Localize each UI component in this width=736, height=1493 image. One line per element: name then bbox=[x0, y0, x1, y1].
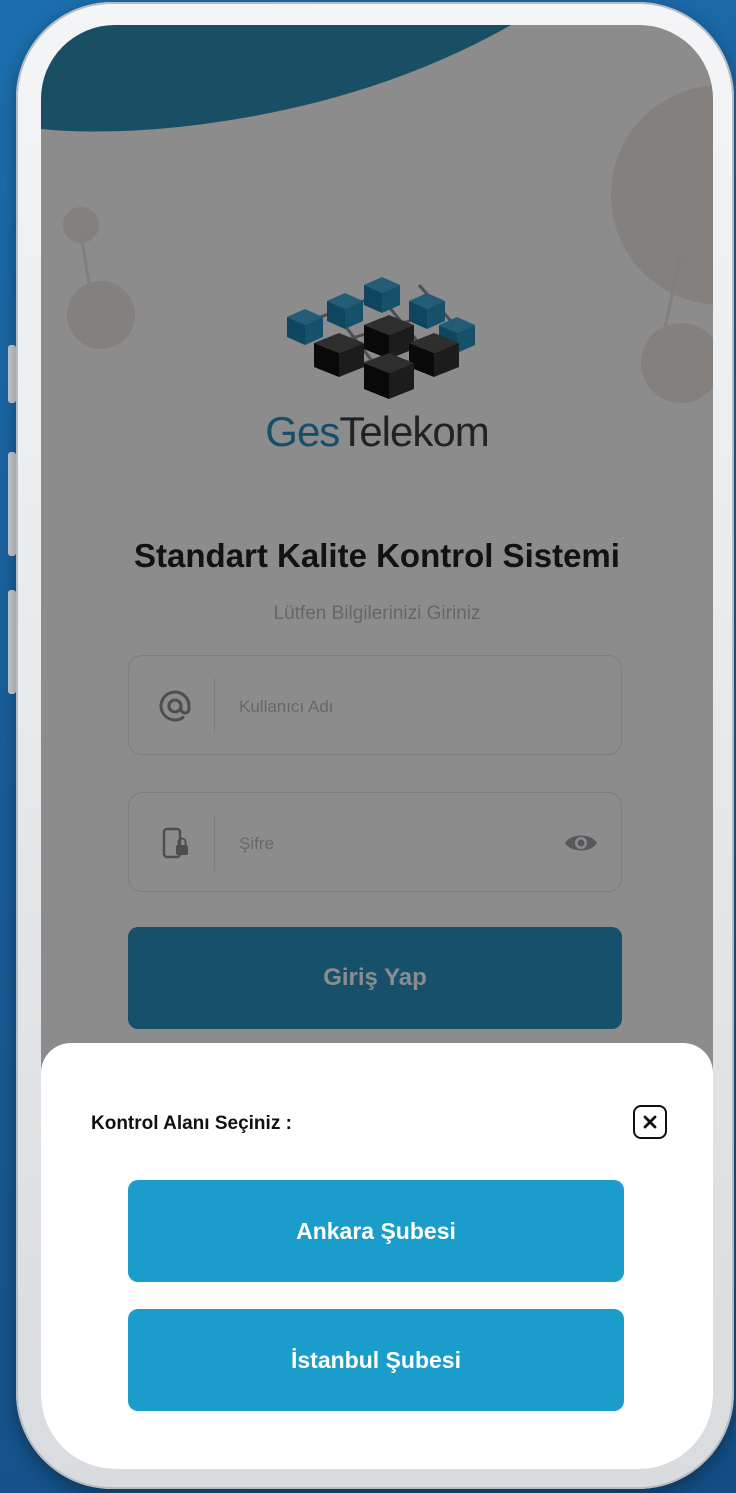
ankara-branch-button[interactable]: Ankara Şubesi bbox=[128, 1180, 624, 1282]
phone-frame: GesTelekom Standart Kalite Kontrol Siste… bbox=[16, 2, 734, 1489]
power-hardware-button bbox=[8, 590, 16, 694]
close-icon bbox=[643, 1115, 657, 1129]
volume-down-hardware-button bbox=[8, 452, 16, 556]
branch-selection-sheet: Kontrol Alanı Seçiniz : Ankara Şubesi İs… bbox=[41, 1043, 713, 1469]
volume-up-hardware-button bbox=[8, 345, 16, 403]
sheet-title: Kontrol Alanı Seçiniz : bbox=[91, 1113, 292, 1134]
close-button[interactable] bbox=[633, 1105, 667, 1139]
istanbul-branch-button[interactable]: İstanbul Şubesi bbox=[128, 1309, 624, 1411]
phone-screen: GesTelekom Standart Kalite Kontrol Siste… bbox=[41, 25, 713, 1469]
